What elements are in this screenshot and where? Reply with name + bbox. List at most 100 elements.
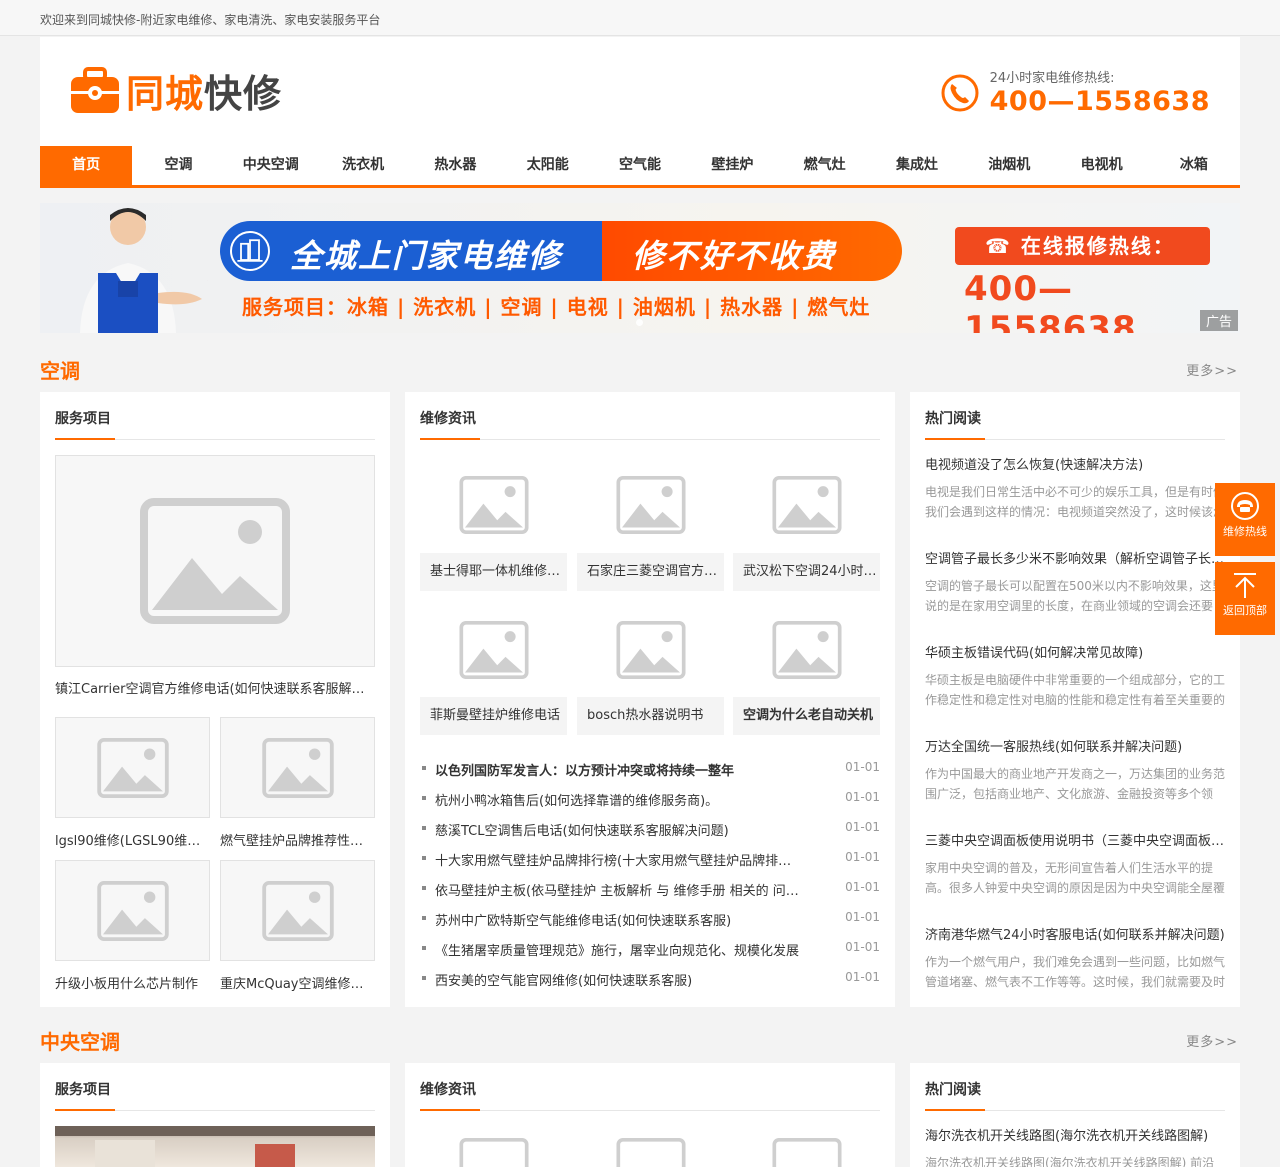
news-list-item[interactable]: 苏州中广欧特斯空气能维修电话(如何快速联系客服) 01-01 — [420, 903, 880, 933]
news-list-item[interactable]: 《生猪屠宰质量管理规范》施行，屠宰业向规范化、规模化发展 01-01 — [420, 933, 880, 963]
service-caption[interactable]: 升级小板用什么芯片制作 — [55, 973, 210, 992]
nav-item-gas-stove[interactable]: 燃气灶 — [779, 146, 871, 185]
service-photo[interactable] — [55, 1126, 375, 1167]
site-logo[interactable]: 同城快修 — [70, 63, 282, 118]
news-thumb-image[interactable] — [733, 457, 880, 553]
news-thumb-caption[interactable]: 武汉松下空调24小时服务 — [733, 553, 880, 591]
nav-item-wall-boiler[interactable]: 壁挂炉 — [686, 146, 778, 185]
hot-item[interactable]: 电视频道没了怎么恢复(快速解决方法) 电视是我们日常生活中必不可少的娱乐工具，但是… — [925, 456, 1225, 522]
hot-title[interactable]: 三菱中央空调面板使用说明书（三菱中央空调面板操作指南） — [925, 832, 1225, 852]
news-title[interactable]: 西安美的空气能官网维修(如何快速联系客服) — [435, 970, 800, 989]
hot-item[interactable]: 万达全国统一客服热线(如何联系并解决问题) 作为中国最大的商业地产开发商之一，万达… — [925, 738, 1225, 804]
nav-item-central-ac[interactable]: 中央空调 — [225, 146, 317, 185]
hot-item[interactable]: 济南港华燃气24小时客服电话(如何联系并解决问题) 作为一个燃气用户，我们难免会遇… — [925, 926, 1225, 992]
news-thumb-image[interactable] — [577, 602, 724, 698]
carousel-dot[interactable] — [636, 319, 643, 326]
image-placeholder-icon — [261, 737, 334, 798]
service-image[interactable] — [55, 717, 210, 818]
service-caption-main[interactable]: 镇江Carrier空调官方维修电话(如何快速联系客服解决问题) — [55, 678, 375, 697]
news-date: 01-01 — [845, 880, 880, 894]
service-caption[interactable]: 重庆McQuay空调维修电话 — [220, 973, 375, 992]
news-list-item[interactable]: 依马壁挂炉主板(依马壁挂炉 主板解析 与 维修手册 相关的 问题) 01-01 — [420, 873, 880, 903]
nav-item-washing-machine[interactable]: 洗衣机 — [317, 146, 409, 185]
image-placeholder-icon — [458, 1138, 529, 1167]
image-placeholder-icon — [771, 476, 842, 534]
news-thumb-image[interactable] — [733, 602, 880, 698]
hot-title[interactable]: 电视频道没了怎么恢复(快速解决方法) — [925, 456, 1225, 476]
hot-title[interactable]: 海尔洗衣机开关线路图(海尔洗衣机开关线路图解) — [925, 1127, 1225, 1147]
news-thumb-caption[interactable]: 基士得耶一体机维修电话 — [420, 553, 567, 591]
news-thumb-image[interactable] — [733, 1128, 880, 1167]
section-title-ac[interactable]: 空调 — [40, 355, 80, 384]
nav-item-fridge[interactable]: 冰箱 — [1148, 146, 1240, 185]
image-placeholder-icon — [140, 498, 290, 624]
news-list-item[interactable]: 西安美的空气能官网维修(如何快速联系客服) 01-01 — [420, 963, 880, 993]
nav-item-home[interactable]: 首页 — [40, 146, 133, 185]
nav-item-tv[interactable]: 电视机 — [1055, 146, 1147, 185]
news-thumb-image[interactable] — [420, 602, 567, 698]
nav-item-range-hood[interactable]: 油烟机 — [963, 146, 1055, 185]
panel-head: 热门阅读 — [925, 1063, 1225, 1111]
nav-item-integrated-stove[interactable]: 集成灶 — [871, 146, 963, 185]
service-image[interactable] — [55, 860, 210, 961]
image-placeholder-icon — [615, 1138, 686, 1167]
service-image[interactable] — [220, 717, 375, 818]
news-list-item[interactable]: 以色列国防军发言人：以方预计冲突或将持续一整年 01-01 — [420, 753, 880, 783]
news-thumb-image[interactable] — [420, 1128, 567, 1167]
news-list-item[interactable]: 慈溪TCL空调售后电话(如何快速联系客服解决问题) 01-01 — [420, 813, 880, 843]
section-title-central-ac[interactable]: 中央空调 — [40, 1026, 120, 1055]
ad-banner[interactable]: 全城上门家电维修 修不好不收费 服务项目：冰箱 | 洗衣机 | 空调 | 电视 … — [40, 203, 1240, 333]
hot-desc: 作为一个燃气用户，我们难免会遇到一些问题，比如燃气管道堵塞、燃气表不工作等等。这… — [925, 955, 1225, 989]
hot-title[interactable]: 华硕主板错误代码(如何解决常见故障) — [925, 644, 1225, 664]
nav-item-air-energy[interactable]: 空气能 — [594, 146, 686, 185]
panel-head: 服务项目 — [55, 1063, 375, 1111]
news-thumb-caption[interactable]: 菲斯曼壁挂炉维修电话 — [420, 697, 567, 735]
news-thumb-image[interactable] — [420, 457, 567, 553]
section-more-ac[interactable]: 更多>> — [1186, 360, 1238, 379]
news-thumb-caption[interactable]: 空调为什么老自动关机 — [733, 697, 880, 735]
back-to-top-button[interactable]: 返回顶部 — [1215, 562, 1275, 635]
news-date: 01-01 — [845, 970, 880, 984]
image-placeholder-icon — [261, 880, 334, 941]
nav-item-air-conditioner[interactable]: 空调 — [132, 146, 224, 185]
panel-head: 服务项目 — [55, 392, 375, 440]
hot-desc: 海尔洗衣机开关线路图(海尔洗衣机开关线路图解) 前沿拓展 — [925, 1156, 1215, 1167]
news-thumb-caption[interactable]: bosch热水器说明书 — [577, 697, 724, 735]
news-title[interactable]: 慈溪TCL空调售后电话(如何快速联系客服解决问题) — [435, 820, 800, 839]
news-thumb-caption[interactable]: 石家庄三菱空调官方维修 — [577, 553, 724, 591]
hot-title[interactable]: 空调管子最长多少米不影响效果（解析空调管子长度） — [925, 550, 1225, 570]
news-title[interactable]: 依马壁挂炉主板(依马壁挂炉 主板解析 与 维修手册 相关的 问题) — [435, 880, 800, 899]
service-image-main[interactable] — [55, 455, 375, 667]
news-title[interactable]: 以色列国防军发言人：以方预计冲突或将持续一整年 — [435, 760, 800, 779]
hot-title[interactable]: 济南港华燃气24小时客服电话(如何联系并解决问题) — [925, 926, 1225, 946]
service-caption[interactable]: lgsl90维修(LGSL90维修指南) — [55, 830, 210, 849]
news-panel: 维修资讯 基士得耶一体机维修电话 石家庄三菱空调官方维修 武汉松下空调24小时服… — [405, 392, 895, 1007]
nav-item-solar[interactable]: 太阳能 — [502, 146, 594, 185]
nav-item-water-heater[interactable]: 热水器 — [409, 146, 501, 185]
hot-item[interactable]: 海尔洗衣机开关线路图(海尔洗衣机开关线路图解) 海尔洗衣机开关线路图(海尔洗衣机开… — [925, 1127, 1225, 1167]
welcome-text: 欢迎来到同城快修-附近家电维修、家电清洗、家电安装服务平台 — [40, 13, 381, 27]
news-title[interactable]: 杭州小鸭冰箱售后(如何选择靠谱的维修服务商)。 — [435, 790, 800, 809]
hotline-number[interactable]: 400—1558638 — [990, 86, 1210, 118]
main-nav: 首页 空调 中央空调 洗衣机 热水器 太阳能 空气能 壁挂炉 燃气灶 集成灶 油… — [40, 146, 1240, 188]
float-hotline-button[interactable]: 维修热线 — [1215, 483, 1275, 556]
banner-call-text: 在线报修热线： — [1020, 234, 1175, 258]
section-more-central-ac[interactable]: 更多>> — [1186, 1031, 1238, 1050]
service-image[interactable] — [220, 860, 375, 961]
hot-item[interactable]: 华硕主板错误代码(如何解决常见故障) 华硕主板是电脑硬件中非常重要的一个组成部分，… — [925, 644, 1225, 710]
news-thumb-image[interactable] — [577, 1128, 724, 1167]
hot-item[interactable]: 三菱中央空调面板使用说明书（三菱中央空调面板操作指南） 家用中央空调的普及，无形间… — [925, 832, 1225, 898]
banner-slogan-main: 全城上门家电维修 — [290, 237, 563, 275]
hot-item[interactable]: 空调管子最长多少米不影响效果（解析空调管子长度） 空调的管子最长可以配置在500米… — [925, 550, 1225, 616]
news-list-item[interactable]: 杭州小鸭冰箱售后(如何选择靠谱的维修服务商)。 01-01 — [420, 783, 880, 813]
hot-title[interactable]: 万达全国统一客服热线(如何联系并解决问题) — [925, 738, 1225, 758]
service-caption[interactable]: 燃气壁挂炉品牌推荐性价比 — [220, 830, 375, 849]
news-title[interactable]: 苏州中广欧特斯空气能维修电话(如何快速联系客服) — [435, 910, 800, 929]
news-date: 01-01 — [845, 790, 880, 804]
news-title[interactable]: 十大家用燃气壁挂炉品牌排行榜(十大家用燃气壁挂炉品牌排行榜) — [435, 850, 800, 869]
hot-desc: 空调的管子最长可以配置在500米以内不影响效果，这里说的是在家用空调里的长度，在… — [925, 579, 1224, 613]
news-title[interactable]: 《生猪屠宰质量管理规范》施行，屠宰业向规范化、规模化发展 — [435, 940, 800, 959]
news-list-item[interactable]: 十大家用燃气壁挂炉品牌排行榜(十大家用燃气壁挂炉品牌排行榜) 01-01 — [420, 843, 880, 873]
news-thumb-image[interactable] — [577, 457, 724, 553]
panel-head-title: 热门阅读 — [925, 411, 981, 427]
